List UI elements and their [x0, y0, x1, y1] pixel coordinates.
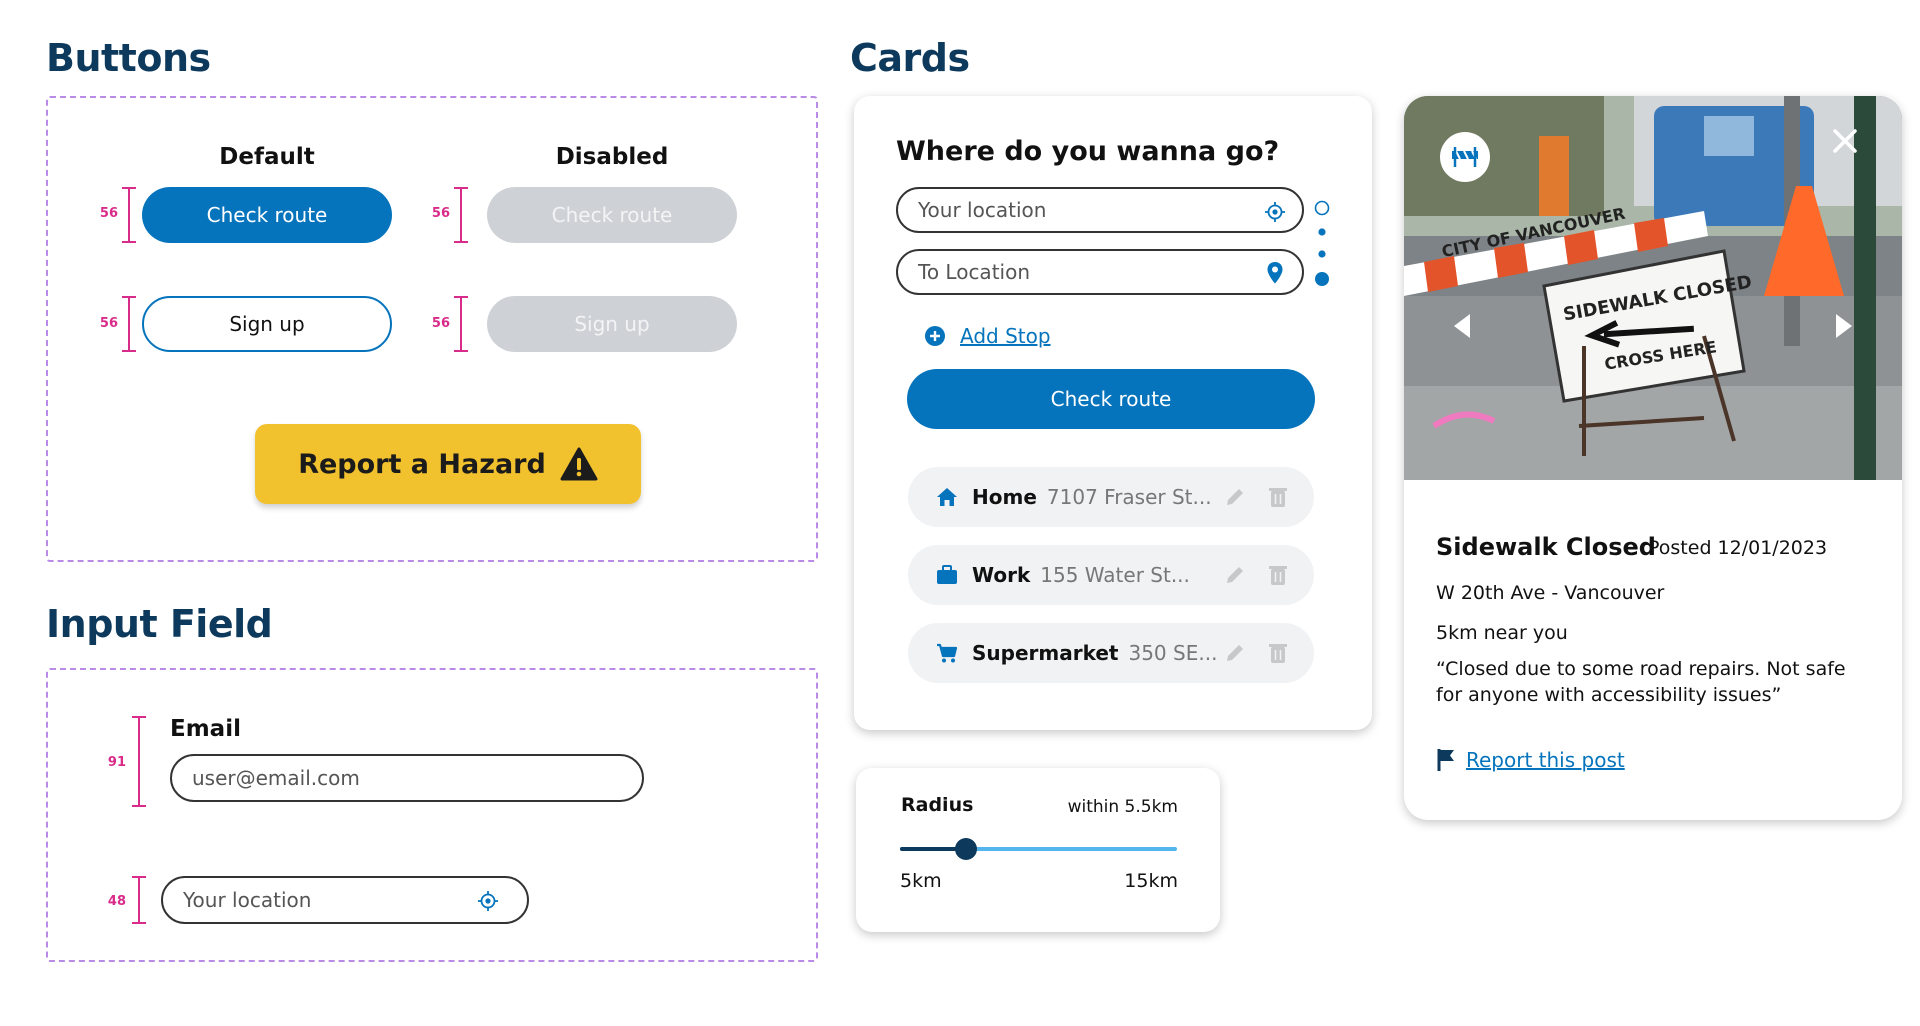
add-stop-label: Add Stop — [960, 324, 1051, 348]
chevron-left-icon[interactable] — [1452, 312, 1472, 340]
radius-label: Radius — [901, 794, 974, 816]
height-measure-label: 56 — [431, 206, 450, 221]
hazard-posted-date: Posted 12/01/2023 — [1648, 537, 1828, 559]
hazard-title: Sidewalk Closed — [1436, 533, 1656, 561]
trash-icon[interactable] — [1268, 642, 1288, 664]
close-icon[interactable] — [1832, 128, 1858, 154]
report-hazard-label: Report a Hazard — [298, 448, 546, 480]
warning-icon — [560, 447, 598, 481]
height-measure-line — [454, 187, 474, 243]
from-location-placeholder: Your location — [918, 198, 1047, 222]
email-label: Email — [170, 716, 241, 742]
height-measure-label: 48 — [107, 894, 126, 909]
hazard-distance: 5km near you — [1436, 622, 1568, 644]
hazard-photo[interactable]: CITY OF VANCOUVER SIDEWALK CLOSED CROSS … — [1404, 96, 1902, 480]
from-location-input[interactable]: Your location — [896, 187, 1304, 233]
default-column-heading: Default — [219, 144, 315, 170]
location-input[interactable]: Your location — [161, 876, 529, 924]
edit-icon[interactable] — [1224, 486, 1246, 508]
route-path-indicator — [1314, 200, 1330, 286]
map-pin-icon — [1267, 262, 1283, 284]
trash-icon[interactable] — [1268, 486, 1288, 508]
check-route-button-disabled: Check route — [487, 187, 737, 243]
report-post-link[interactable]: Report this post — [1436, 748, 1625, 772]
buttons-section-title: Buttons — [46, 36, 211, 80]
height-measure-label: 56 — [99, 316, 118, 331]
report-hazard-button[interactable]: Report a Hazard — [255, 424, 641, 504]
saved-place-supermarket[interactable]: Supermarket 350 SE... — [908, 623, 1314, 683]
radius-min-label: 5km — [900, 870, 942, 892]
radius-slider[interactable] — [900, 838, 1177, 860]
hazard-description: “Closed due to some road repairs. Not sa… — [1436, 658, 1846, 706]
saved-place-home[interactable]: Home 7107 Fraser St... — [908, 467, 1314, 527]
locate-icon[interactable] — [477, 890, 499, 912]
height-measure-line — [132, 716, 152, 807]
saved-place-address: 155 Water St... — [1040, 563, 1190, 587]
saved-place-work[interactable]: Work 155 Water St... — [908, 545, 1314, 605]
hazard-type-badge — [1440, 132, 1490, 182]
height-measure-line — [454, 296, 474, 352]
plus-circle-icon — [925, 326, 945, 346]
height-measure-label: 56 — [99, 206, 118, 221]
location-input-placeholder: Your location — [183, 888, 312, 912]
add-stop-link[interactable]: Add Stop — [924, 324, 1051, 348]
shopping-cart-icon — [937, 643, 958, 663]
email-field[interactable]: user@email.com — [170, 754, 644, 802]
radius-max-label: 15km — [1124, 870, 1178, 892]
home-icon — [937, 488, 957, 506]
saved-place-name: Work — [972, 563, 1031, 587]
hazard-post-card: CITY OF VANCOUVER SIDEWALK CLOSED CROSS … — [1404, 96, 1902, 820]
chevron-right-icon[interactable] — [1834, 312, 1854, 340]
to-location-placeholder: To Location — [918, 260, 1031, 284]
briefcase-icon — [937, 565, 957, 584]
edit-icon[interactable] — [1224, 642, 1246, 664]
sign-up-button-disabled: Sign up — [487, 296, 737, 352]
height-measure-label: 91 — [107, 755, 126, 770]
photo-sign-arrow — [1584, 320, 1695, 348]
height-measure-line — [132, 876, 152, 924]
edit-icon[interactable] — [1224, 564, 1246, 586]
saved-place-name: Home — [972, 485, 1037, 509]
report-post-label: Report this post — [1466, 748, 1625, 772]
disabled-column-heading: Disabled — [555, 144, 669, 170]
to-location-input[interactable]: To Location — [896, 249, 1304, 295]
locate-icon[interactable] — [1264, 201, 1286, 223]
check-route-button[interactable]: Check route — [142, 187, 392, 243]
saved-place-address: 350 SE... — [1128, 641, 1218, 665]
saved-place-address: 7107 Fraser St... — [1046, 485, 1212, 509]
radius-value: within 5.5km — [1067, 797, 1178, 817]
trash-icon[interactable] — [1268, 564, 1288, 586]
slider-thumb[interactable] — [955, 838, 978, 860]
input-section-title: Input Field — [46, 602, 273, 646]
saved-place-name: Supermarket — [972, 641, 1119, 665]
height-measure-label: 56 — [431, 316, 450, 331]
hazard-location: W 20th Ave - Vancouver — [1436, 582, 1665, 604]
cards-section-title: Cards — [850, 36, 970, 80]
flag-icon — [1437, 749, 1454, 771]
height-measure-line — [122, 296, 142, 352]
route-card-title: Where do you wanna go? — [896, 136, 1280, 167]
barrier-icon — [1452, 147, 1478, 167]
sign-up-button[interactable]: Sign up — [142, 296, 392, 352]
check-route-button[interactable]: Check route — [907, 369, 1315, 429]
height-measure-line — [122, 187, 142, 243]
